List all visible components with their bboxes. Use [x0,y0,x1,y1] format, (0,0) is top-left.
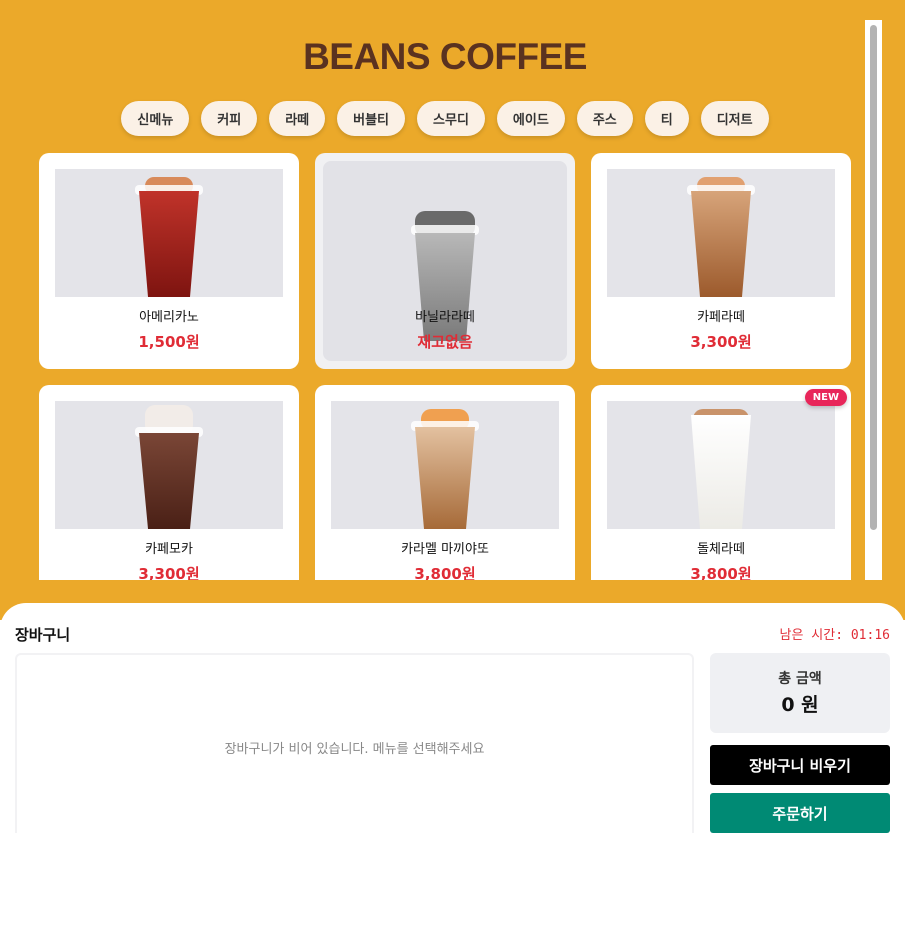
product-price: 3,300원 [138,565,200,580]
product-card-soldout[interactable]: 바닐라라떼 재고없음 [315,153,575,369]
product-name: 카페라떼 [697,310,745,325]
product-name: 바닐라라떼 [415,310,475,325]
iced-drink-icon [135,177,203,297]
tab-bubble-tea[interactable]: 버블티 [337,101,406,136]
product-image [607,401,835,529]
scrollbar-thumb[interactable] [870,25,877,530]
product-card[interactable]: NEW 돌체라떼 3,800원 [591,385,851,580]
new-badge: NEW [804,389,847,406]
tab-ade[interactable]: 에이드 [496,101,565,136]
total-amount-box: 총 금액 0 원 [710,653,890,733]
menu-section: BEANS COFFEE 신메뉴 커피 라떼 버블티 스무디 에이드 주스 티 … [0,0,905,620]
product-image [607,169,835,297]
product-price: 3,300원 [690,333,752,351]
hot-drink-icon [687,409,755,529]
scrollbar[interactable] [865,20,882,580]
product-price: 3,800원 [690,565,752,580]
product-name: 돌체라떼 [697,542,745,557]
order-button[interactable]: 주문하기 [710,793,890,833]
total-label: 총 금액 [778,671,822,687]
product-soldout-label: 재고없음 [417,333,473,351]
cart-empty-message: 장바구니가 비어 있습니다. 메뉴를 선택해주세요 [224,742,485,757]
cart-list: 장바구니가 비어 있습니다. 메뉴를 선택해주세요 [15,653,694,833]
product-grid: 아메리카노 1,500원 바닐라라떼 재고없음 카페라떼 3,300원 카페모카… [30,145,860,580]
page-title: BEANS COFFEE [303,36,587,77]
tab-tea[interactable]: 티 [644,101,689,136]
product-image [55,401,283,529]
clear-cart-button[interactable]: 장바구니 비우기 [710,745,890,785]
product-price: 3,800원 [414,565,476,580]
product-card[interactable]: 카페라떼 3,300원 [591,153,851,369]
cart-title: 장바구니 [15,626,71,644]
product-image [55,169,283,297]
product-card[interactable]: 카페모카 3,300원 [39,385,299,580]
tab-smoothie[interactable]: 스무디 [417,101,485,136]
tab-new[interactable]: 신메뉴 [121,101,190,136]
product-price: 1,500원 [138,333,200,351]
product-name: 카페모카 [145,542,193,557]
iced-drink-icon [411,409,479,529]
product-name: 카라멜 마끼야또 [401,542,489,557]
product-card[interactable]: 카라멜 마끼야또 3,800원 [315,385,575,580]
remaining-time: 남은 시간: 01:16 [779,628,890,643]
iced-drink-icon [687,177,755,297]
product-image [331,401,559,529]
tab-coffee[interactable]: 커피 [201,101,258,136]
product-card[interactable]: 아메리카노 1,500원 [39,153,299,369]
total-value: 0 원 [781,694,819,716]
product-name: 아메리카노 [139,310,199,325]
tab-latte[interactable]: 라떼 [269,101,326,136]
iced-drink-icon [135,405,203,529]
cart-panel: 장바구니 남은 시간: 01:16 장바구니가 비어 있습니다. 메뉴를 선택해… [0,603,905,926]
tab-dessert[interactable]: 디저트 [700,101,769,136]
tab-juice[interactable]: 주스 [576,101,633,136]
category-tabs: 신메뉴 커피 라떼 버블티 스무디 에이드 주스 티 디저트 [0,101,890,136]
